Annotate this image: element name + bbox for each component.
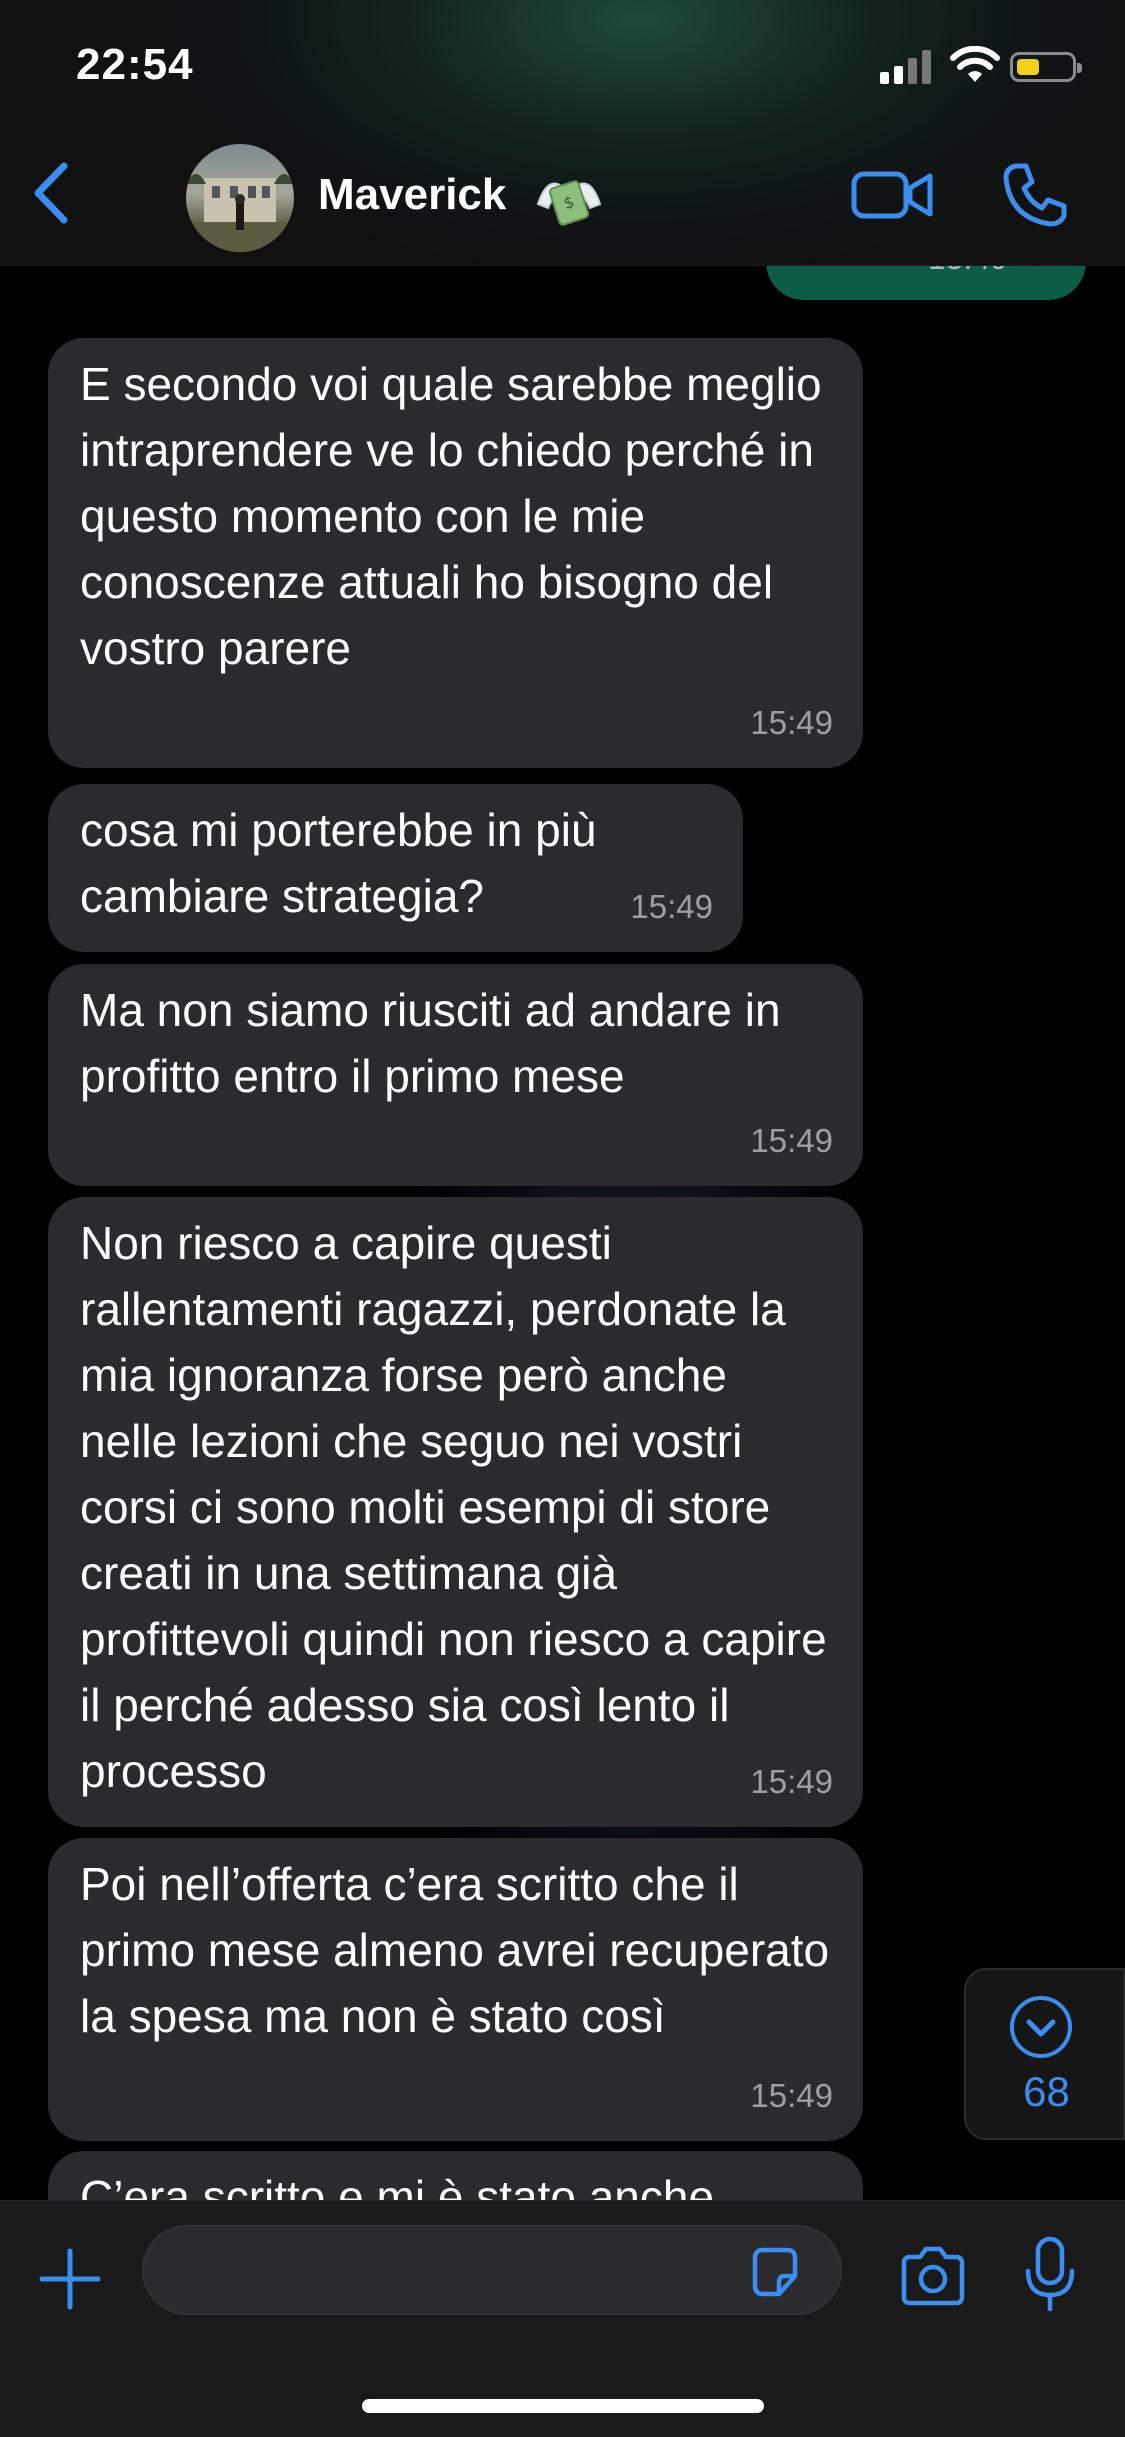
message-time: 15:49 xyxy=(630,888,713,925)
chevron-down-icon xyxy=(1010,1996,1072,2058)
scroll-to-bottom-button[interactable]: 68 xyxy=(964,1968,1125,2140)
received-message-bubble[interactable]: C’era scritto e mi è stato anche xyxy=(48,2151,863,2200)
chat-header: 22:54 Maverick $ xyxy=(0,0,1125,266)
cellular-signal-icon xyxy=(880,50,934,84)
message-time: 15:49 xyxy=(750,1763,833,1800)
wifi-icon xyxy=(950,46,1000,82)
contact-name[interactable]: Maverick xyxy=(318,170,506,220)
money-with-wings-icon: $ xyxy=(536,180,602,226)
composer-bar xyxy=(0,2200,1125,2437)
sticker-icon[interactable] xyxy=(747,2244,803,2300)
message-text: Non riesco a capire questi rallentamenti… xyxy=(80,1217,827,1797)
back-chevron-icon[interactable] xyxy=(22,158,82,228)
home-indicator xyxy=(362,2399,764,2413)
message-time: 15:49 xyxy=(750,2077,833,2114)
microphone-icon[interactable] xyxy=(1022,2235,1078,2315)
message-text: Poi nell’offerta c’era scritto che il pr… xyxy=(80,1858,830,2042)
plus-icon[interactable] xyxy=(38,2247,102,2311)
message-time: 15:49 xyxy=(750,704,833,741)
battery-icon xyxy=(1010,52,1082,82)
message-input[interactable] xyxy=(173,2226,747,2316)
message-text: Ma non siamo riusciti ad andare in profi… xyxy=(80,984,781,1102)
phone-call-icon[interactable] xyxy=(1000,160,1070,230)
received-message-bubble[interactable]: Non riesco a capire questi rallentamenti… xyxy=(48,1197,863,1827)
message-text: cosa mi porterebbe in più cambiare strat… xyxy=(80,804,597,922)
message-text: E secondo voi quale sarebbe meglio intra… xyxy=(80,358,822,674)
avatar[interactable] xyxy=(186,144,294,252)
status-time: 22:54 xyxy=(76,40,194,89)
received-message-bubble[interactable]: Poi nell’offerta c’era scritto che il pr… xyxy=(48,1838,863,2141)
received-message-bubble[interactable]: cosa mi porterebbe in più cambiare strat… xyxy=(48,784,743,952)
received-message-bubble[interactable]: Ma non siamo riusciti ad andare in profi… xyxy=(48,964,863,1186)
received-message-bubble[interactable]: E secondo voi quale sarebbe meglio intra… xyxy=(48,338,863,768)
message-input-container[interactable] xyxy=(142,2225,842,2316)
message-text: C’era scritto e mi è stato anche xyxy=(80,2171,715,2200)
camera-icon[interactable] xyxy=(898,2245,968,2309)
unread-count: 68 xyxy=(1023,2068,1070,2115)
message-time: 15:49 xyxy=(750,1122,833,1159)
video-call-icon[interactable] xyxy=(850,166,934,224)
message-list[interactable]: E secondo voi quale sarebbe meglio intra… xyxy=(0,265,1125,2200)
